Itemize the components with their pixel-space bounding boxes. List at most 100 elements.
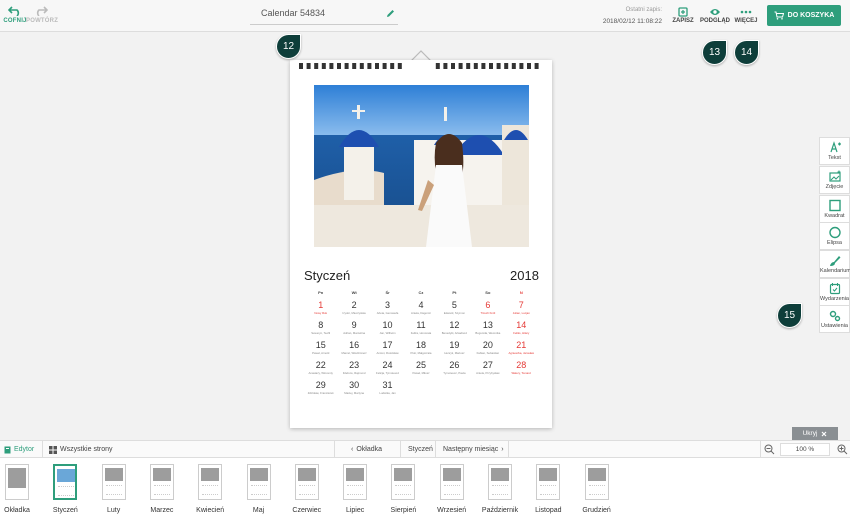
thumbnail-image [8, 468, 26, 488]
day-cell[interactable]: 30 Maciej, Martyna [337, 380, 370, 400]
page-thumbnail[interactable] [246, 464, 271, 500]
thumbnail-label: Czerwiec [292, 507, 322, 514]
day-number: 15 [315, 340, 326, 350]
day-cell[interactable]: 29 Zdzisław, Franciszek [304, 380, 337, 400]
day-nameday: Agnieszka, Jarosław [508, 351, 535, 355]
day-cell[interactable]: 20 Fabian, Sebastian [471, 340, 504, 360]
day-number: 2 [351, 300, 357, 310]
day-cell[interactable]: 26 Tymoteusz, Paula [438, 360, 471, 380]
day-cell[interactable]: 4 Aniela, Dagomir [404, 300, 437, 320]
hide-label: Ukryj [802, 430, 818, 437]
binding-ring [314, 63, 319, 69]
day-cell[interactable]: 12 Benedykt, Arkadiusz [438, 320, 471, 340]
day-cell[interactable]: 16 Marcel, Włodzimierz [337, 340, 370, 360]
tool-wydarzenia[interactable]: Wydarzenia [819, 278, 850, 306]
save-button[interactable]: ZAPISZ [670, 7, 696, 24]
zoom-in-icon[interactable] [837, 444, 848, 455]
page-thumbnail[interactable] [53, 464, 78, 500]
add-to-cart-button[interactable]: DO KOSZYKA [767, 5, 841, 26]
thumbnail-grid [298, 485, 315, 495]
day-cell[interactable]: 2 Izydor, Mieczysław [337, 300, 370, 320]
day-nameday: Julian, Lucjan [512, 311, 530, 315]
page-thumbnail[interactable] [488, 464, 512, 500]
page-thumbnail[interactable] [391, 464, 416, 500]
marker-12: 12 [276, 34, 301, 59]
calendar-photo[interactable] [314, 85, 529, 247]
day-cell[interactable]: 27 Aniela, Przybysław [471, 360, 504, 380]
tool-kalendarium[interactable]: Kalendarium [819, 250, 850, 278]
tool-kwadrat[interactable]: Kwadrat [819, 195, 850, 223]
day-number: 31 [382, 380, 393, 390]
day-cell[interactable]: 19 Henryk, Mariusz [438, 340, 471, 360]
binding-ring [489, 63, 493, 69]
page-thumbnail[interactable] [149, 464, 174, 500]
zoom-level: 100 % [795, 446, 815, 453]
page-thumbnail[interactable] [101, 464, 126, 500]
tool-tekst[interactable]: Tekst [819, 137, 850, 165]
previous-page-button[interactable]: ‹ Okładka [351, 441, 382, 458]
binding-ring [382, 63, 387, 69]
day-cell[interactable]: 22 Anastazy, Wincenty [304, 360, 337, 380]
day-number: 18 [415, 340, 426, 350]
day-cell[interactable]: 5 Edward, Szymon [438, 300, 471, 320]
day-cell[interactable]: 15 Paweł, Arnold [304, 340, 337, 360]
day-cell[interactable]: 31 Ludwika, Jan [371, 380, 404, 400]
day-nameday: Izydor, Mieczysław [342, 311, 366, 315]
day-cell[interactable]: 11 Feliks, Honorata [404, 320, 437, 340]
page-thumbnail[interactable] [294, 464, 319, 500]
day-cell[interactable]: 17 Antoni, Rościsław [371, 340, 404, 360]
day-cell[interactable]: 3 Arleta, Genowefa [371, 300, 404, 320]
marker-14-label: 14 [740, 47, 753, 58]
current-page-text: Styczeń [408, 446, 433, 453]
tool-elipsa[interactable]: Elipsa [819, 222, 850, 250]
day-number: 5 [451, 300, 457, 310]
next-page-button[interactable]: Następny miesiąc › [443, 441, 504, 458]
binding-ring [481, 63, 486, 69]
day-cell[interactable]: 6 Trzech Króli [471, 300, 504, 320]
thumbnail-grid [588, 485, 605, 495]
preview-button[interactable]: PODGLĄD [700, 7, 730, 24]
day-cell[interactable]: 9 Adrian, Marcelina [337, 320, 370, 340]
day-nameday: Aniela, Przybysław [476, 371, 500, 375]
tool-zdjcie[interactable]: Zdjęcie [819, 166, 850, 194]
weekday-header: N [519, 290, 523, 295]
more-button[interactable]: WIĘCEJ [732, 7, 760, 24]
edit-pencil-icon[interactable] [386, 9, 395, 18]
day-number: 1 [318, 300, 324, 310]
binding-ring [337, 63, 341, 69]
thumbnail-label: Okładka [4, 507, 30, 514]
thumbnail-label: Marzec [150, 507, 174, 514]
editor-tab[interactable]: Edytor [4, 441, 34, 458]
page-thumbnail[interactable] [584, 464, 609, 500]
hide-panel-button[interactable]: Ukryj [792, 427, 838, 440]
day-cell[interactable]: 8 Seweryn, Teofil [304, 320, 337, 340]
redo-button[interactable]: POWTÓRZ [26, 6, 58, 24]
all-pages-tab[interactable]: Wszystkie strony [49, 441, 113, 458]
day-cell[interactable]: 1 Nowy Rok [304, 300, 337, 320]
zoom-out-icon[interactable] [764, 444, 775, 455]
page-thumbnail[interactable] [343, 464, 368, 500]
binding-ring [435, 63, 440, 69]
day-cell[interactable]: 23 Ildefons, Rajmund [337, 360, 370, 380]
page-thumbnail[interactable] [5, 464, 29, 500]
day-cell[interactable]: 24 Felicja, Tymoteusz [371, 360, 404, 380]
day-number: 17 [382, 340, 393, 350]
editor-icon [4, 446, 11, 453]
tool-ustawienia[interactable]: Ustawienia [819, 305, 850, 333]
binding-ring [534, 63, 539, 69]
day-cell[interactable]: 7 Julian, Lucjan [505, 300, 538, 320]
document-title-field[interactable]: Calendar 54834 [250, 8, 398, 25]
zoom-level-field[interactable]: 100 % [780, 443, 830, 456]
page-thumbnail[interactable] [198, 464, 223, 500]
day-cell[interactable]: 18 Piotr, Małgorzata [404, 340, 437, 360]
day-cell[interactable]: 21 Agnieszka, Jarosław [505, 340, 538, 360]
day-cell[interactable]: 13 Bogumiła, Weronika [471, 320, 504, 340]
day-cell[interactable]: 10 Jan, Wilhelm [371, 320, 404, 340]
day-cell[interactable]: 25 Paweł, Miłosz [404, 360, 437, 380]
day-cell[interactable]: 14 Feliks, Hilary [505, 320, 538, 340]
calendar-grid[interactable]: Pn Wt Śr Cz Pt So N 1 Nowy Rok 2 Izydor, Mieczysła… [304, 290, 538, 400]
page-thumbnail[interactable] [439, 464, 464, 500]
page-thumbnail[interactable] [536, 464, 561, 500]
editor-label: Edytor [14, 446, 35, 453]
day-cell[interactable]: 28 Walery, Tomasz [505, 360, 538, 380]
